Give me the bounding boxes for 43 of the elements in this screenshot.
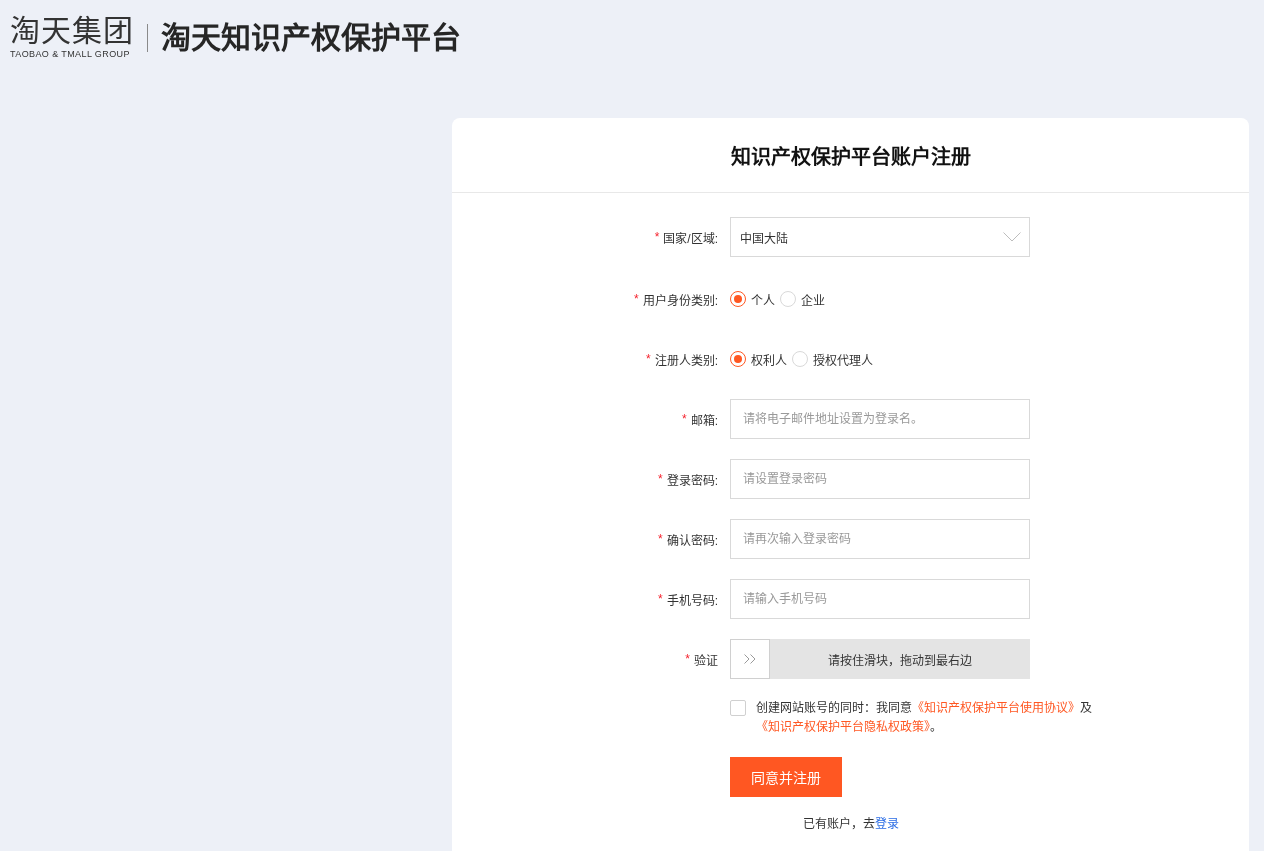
radio-button[interactable]: [730, 351, 746, 367]
chevron-down-icon: [1003, 232, 1021, 242]
field-label: 邮箱:: [690, 412, 718, 428]
radio-label: 个人: [751, 292, 775, 308]
input-field[interactable]: 请将电子邮件地址设置为登录名。: [730, 399, 1030, 439]
field-label: 手机号码:: [666, 592, 718, 608]
agreement-text: 创建网站账号的同时：我同意《知识产权保护平台使用协议》及 《知识产权保护平台隐私权政策》。: [756, 700, 1093, 736]
field-label: 注册人类别:: [654, 352, 718, 368]
field-label: 登录密码:: [666, 472, 718, 488]
agreement-link[interactable]: 《知识产权保护平台隐私权政策》: [756, 720, 930, 734]
card-title: 知识产权保护平台账户注册: [730, 144, 971, 170]
register-button[interactable]: 同意并注册: [730, 757, 842, 797]
slider-hint: 请按住滑块，拖动到最右边: [827, 652, 973, 668]
input-field[interactable]: 请输入手机号码: [730, 579, 1030, 619]
required-mark: *: [654, 230, 660, 244]
login-prompt: 已有账户，去登录: [801, 817, 900, 831]
login-link[interactable]: 登录: [874, 817, 899, 831]
agreement-link[interactable]: 《知识产权保护平台使用协议》: [912, 701, 1080, 715]
required-mark: *: [658, 472, 663, 486]
country-select[interactable]: 中国大陆: [730, 217, 1030, 257]
checkbox[interactable]: [730, 700, 746, 716]
radio-label: 企业: [801, 292, 825, 308]
slider-track[interactable]: 请按住滑块，拖动到最右边: [730, 639, 1030, 679]
required-mark: *: [685, 652, 690, 666]
required-mark: *: [658, 592, 663, 606]
field-label: 用户身份类别:: [642, 292, 718, 308]
logo-wordmark: 淘天集团: [10, 16, 134, 46]
field-label: 验证: [694, 652, 718, 668]
site-title: 淘天知识产权保护平台: [161, 19, 461, 56]
input-field[interactable]: 请再次输入登录密码: [730, 519, 1030, 559]
field-label: 确认密码:: [666, 532, 718, 548]
radio-button[interactable]: [730, 291, 746, 307]
slider-handle[interactable]: [730, 639, 770, 679]
required-mark: *: [634, 292, 639, 306]
radio-label: 授权代理人: [813, 352, 873, 368]
required-mark: *: [682, 412, 687, 426]
input-field[interactable]: 请设置登录密码: [730, 459, 1030, 499]
radio-label: 权利人: [751, 352, 787, 368]
double-chevron-icon: [744, 654, 756, 664]
field-label: 国家/区域:: [663, 230, 718, 246]
logo-tagline: TAOBAO & TMALL GROUP: [10, 49, 130, 59]
required-mark: *: [646, 352, 651, 366]
required-mark: *: [658, 532, 663, 546]
